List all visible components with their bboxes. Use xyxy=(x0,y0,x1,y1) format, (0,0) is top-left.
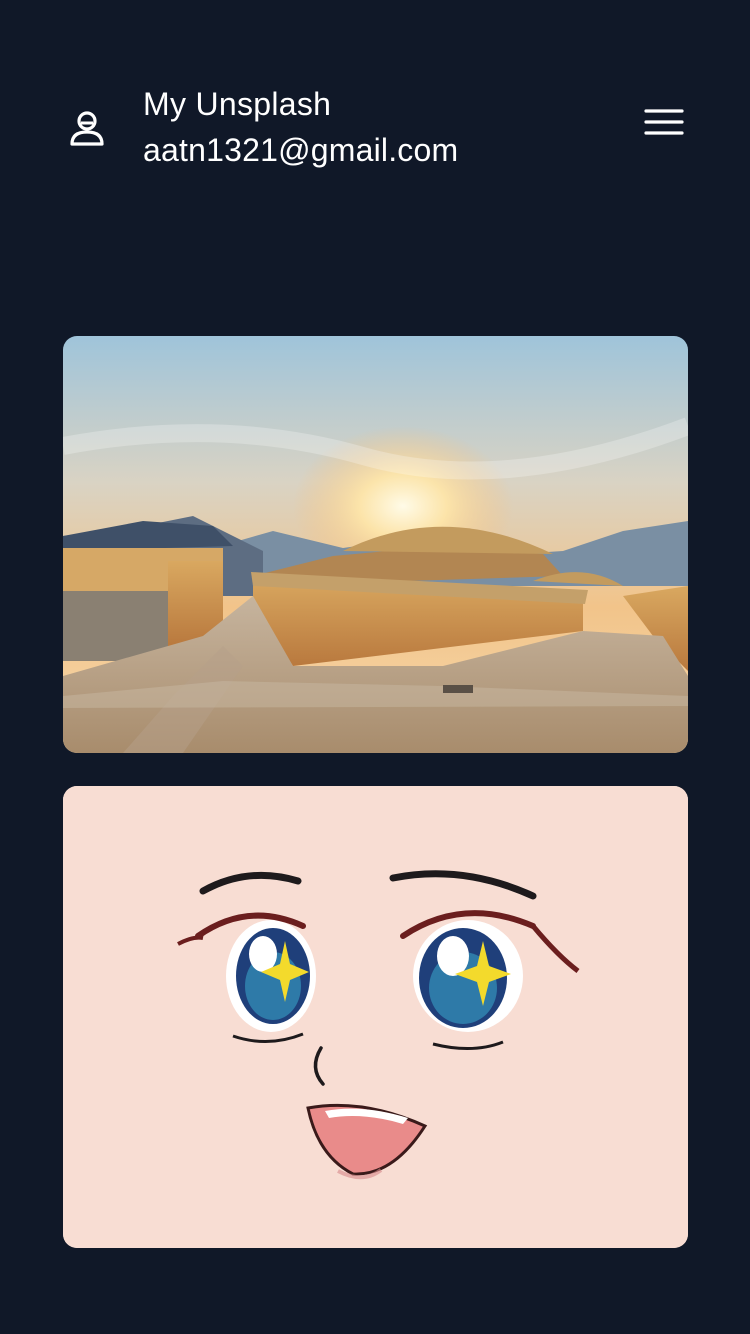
village-photo xyxy=(63,336,688,753)
hamburger-menu-icon xyxy=(644,109,684,135)
photo-card-village[interactable] xyxy=(63,336,688,753)
anime-face-photo xyxy=(63,786,688,1248)
user-email: aatn1321@gmail.com xyxy=(143,132,459,168)
photo-card-anime-face[interactable] xyxy=(63,786,688,1248)
user-icon[interactable] xyxy=(66,108,108,150)
app-header: My Unsplash aatn1321@gmail.com xyxy=(0,0,750,240)
header-text: My Unsplash aatn1321@gmail.com xyxy=(143,82,458,174)
menu-button[interactable] xyxy=(640,102,688,142)
app-title: My Unsplash xyxy=(143,86,332,122)
